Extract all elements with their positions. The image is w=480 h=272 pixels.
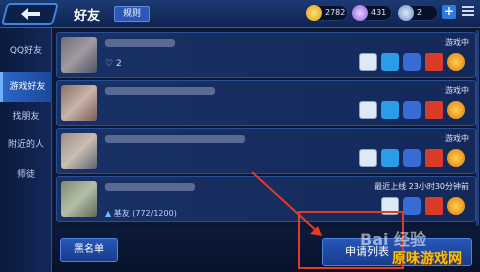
intimacy-progress: (772/1200) bbox=[132, 209, 177, 218]
page-title: 好友 bbox=[74, 9, 101, 24]
more-icon[interactable] bbox=[403, 101, 421, 119]
friend-status: 游戏中 bbox=[445, 86, 469, 95]
friend-row[interactable]: 游戏中 bbox=[56, 80, 476, 126]
voucher-amount: 2 bbox=[417, 8, 423, 17]
gift-icon[interactable] bbox=[425, 101, 443, 119]
gift-icon[interactable] bbox=[425, 53, 443, 71]
friend-status: 最近上线 23小时30分钟前 bbox=[374, 182, 469, 191]
coin-icon[interactable] bbox=[447, 149, 465, 167]
gold-currency: 2782 bbox=[306, 5, 348, 21]
more-icon[interactable] bbox=[403, 149, 421, 167]
friend-name bbox=[105, 135, 245, 143]
friend-name bbox=[105, 183, 195, 191]
avatar bbox=[61, 85, 97, 121]
gold-amount: 2782 bbox=[325, 8, 346, 17]
gift-icon[interactable] bbox=[425, 197, 443, 215]
sidebar-item-game-friends[interactable]: 游戏好友 bbox=[0, 72, 52, 102]
rules-button[interactable]: 规则 bbox=[114, 6, 150, 22]
avatar bbox=[61, 133, 97, 169]
friend-type-icon: ▲ bbox=[105, 209, 112, 218]
avatar bbox=[61, 181, 97, 217]
friend-status: 游戏中 bbox=[445, 134, 469, 143]
scrollbar[interactable] bbox=[476, 30, 479, 226]
diamond-currency: 431 bbox=[352, 5, 392, 21]
add-currency-button[interactable]: + bbox=[442, 5, 456, 19]
baidu-watermark: Bai 经验 bbox=[360, 230, 427, 249]
more-icon[interactable] bbox=[403, 197, 421, 215]
avatar bbox=[61, 37, 97, 73]
top-bar: 好友 规则 2782 431 2 + bbox=[0, 0, 480, 28]
sidebar-item-mentor[interactable]: 师徒 bbox=[0, 160, 52, 190]
menu-icon[interactable] bbox=[462, 6, 474, 18]
friend-type-label: 基友 bbox=[113, 209, 130, 218]
gift-icon[interactable] bbox=[425, 149, 443, 167]
coin-icon[interactable] bbox=[447, 53, 465, 71]
back-button[interactable] bbox=[1, 3, 59, 25]
friend-row[interactable]: ♡ 2 游戏中 bbox=[56, 32, 476, 78]
like-count: ♡ 2 bbox=[105, 59, 122, 69]
diamond-icon bbox=[352, 5, 368, 21]
delete-icon[interactable] bbox=[359, 53, 377, 71]
delete-icon[interactable] bbox=[359, 149, 377, 167]
friend-intimacy: ▲ 基友 (772/1200) bbox=[105, 208, 177, 219]
friend-row[interactable]: 游戏中 bbox=[56, 128, 476, 174]
friend-status: 游戏中 bbox=[445, 38, 469, 47]
friend-name bbox=[105, 39, 175, 47]
friend-name bbox=[105, 87, 215, 95]
diamond-amount: 431 bbox=[371, 8, 387, 17]
play-icon[interactable] bbox=[381, 101, 399, 119]
gold-coin-icon bbox=[306, 5, 322, 21]
voucher-currency: 2 bbox=[398, 5, 438, 21]
coin-icon[interactable] bbox=[447, 197, 465, 215]
more-icon[interactable] bbox=[403, 53, 421, 71]
delete-icon[interactable] bbox=[359, 101, 377, 119]
sidebar-item-nearby[interactable]: 附近的人 bbox=[0, 130, 52, 160]
sidebar-item-find-friends[interactable]: 找朋友 bbox=[0, 102, 52, 132]
play-icon[interactable] bbox=[381, 53, 399, 71]
blacklist-button[interactable]: 黑名单 bbox=[60, 238, 118, 262]
voucher-icon bbox=[398, 5, 414, 21]
sidebar: QQ好友 游戏好友 找朋友 附近的人 师徒 bbox=[0, 28, 52, 272]
sidebar-item-qq-friends[interactable]: QQ好友 bbox=[0, 36, 52, 66]
play-icon[interactable] bbox=[381, 149, 399, 167]
site-watermark: 原味游戏网 bbox=[392, 251, 462, 267]
back-arrow-icon bbox=[21, 8, 40, 20]
coin-icon[interactable] bbox=[447, 101, 465, 119]
